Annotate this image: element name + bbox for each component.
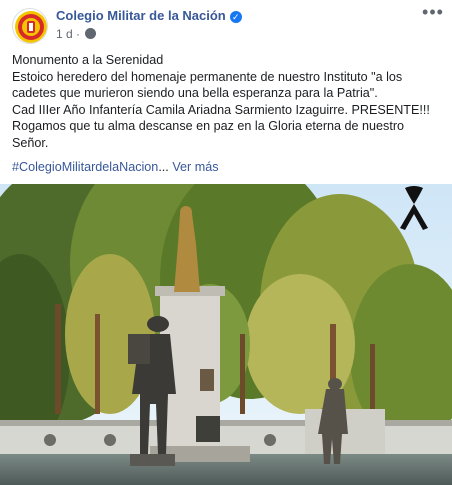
post-header: Colegio Militar de la Nación ✓ 1 d · ••• xyxy=(0,0,452,50)
see-more-link[interactable]: Ver más xyxy=(172,160,218,174)
meta-separator: · xyxy=(72,27,84,41)
hashtag-link[interactable]: #ColegioMilitardelaNacion xyxy=(12,160,158,174)
page-name-link[interactable]: Colegio Militar de la Nación ✓ xyxy=(56,8,242,23)
page-avatar[interactable] xyxy=(12,8,48,44)
post-text: Monumento a la Serenidad Estoico hereder… xyxy=(12,52,442,151)
monument-photo xyxy=(0,184,452,485)
more-options-icon[interactable]: ••• xyxy=(422,3,444,23)
facebook-post: Colegio Militar de la Nación ✓ 1 d · ••• … xyxy=(0,0,452,485)
page-name[interactable]: Colegio Militar de la Nación xyxy=(56,8,226,23)
post-paragraph: Monumento a la Serenidad xyxy=(12,53,164,67)
globe-icon xyxy=(85,28,97,39)
post-timestamp[interactable]: 1 d xyxy=(56,27,73,41)
post-meta: 1 d · xyxy=(56,27,97,41)
post-paragraph: Estoico heredero del homenaje permanente… xyxy=(12,69,403,101)
post-photo[interactable] xyxy=(0,184,452,485)
hashtag-line: #ColegioMilitardelaNacion... Ver más xyxy=(12,159,219,175)
post-paragraph: Cad IIIer Año Infantería Camila Ariadna … xyxy=(12,102,430,117)
ellipsis: ... xyxy=(158,160,173,174)
verified-badge-icon: ✓ xyxy=(229,11,242,23)
post-paragraph: Rogamos que tu alma descanse en paz en l… xyxy=(12,119,405,150)
crest-logo-icon xyxy=(15,11,47,43)
